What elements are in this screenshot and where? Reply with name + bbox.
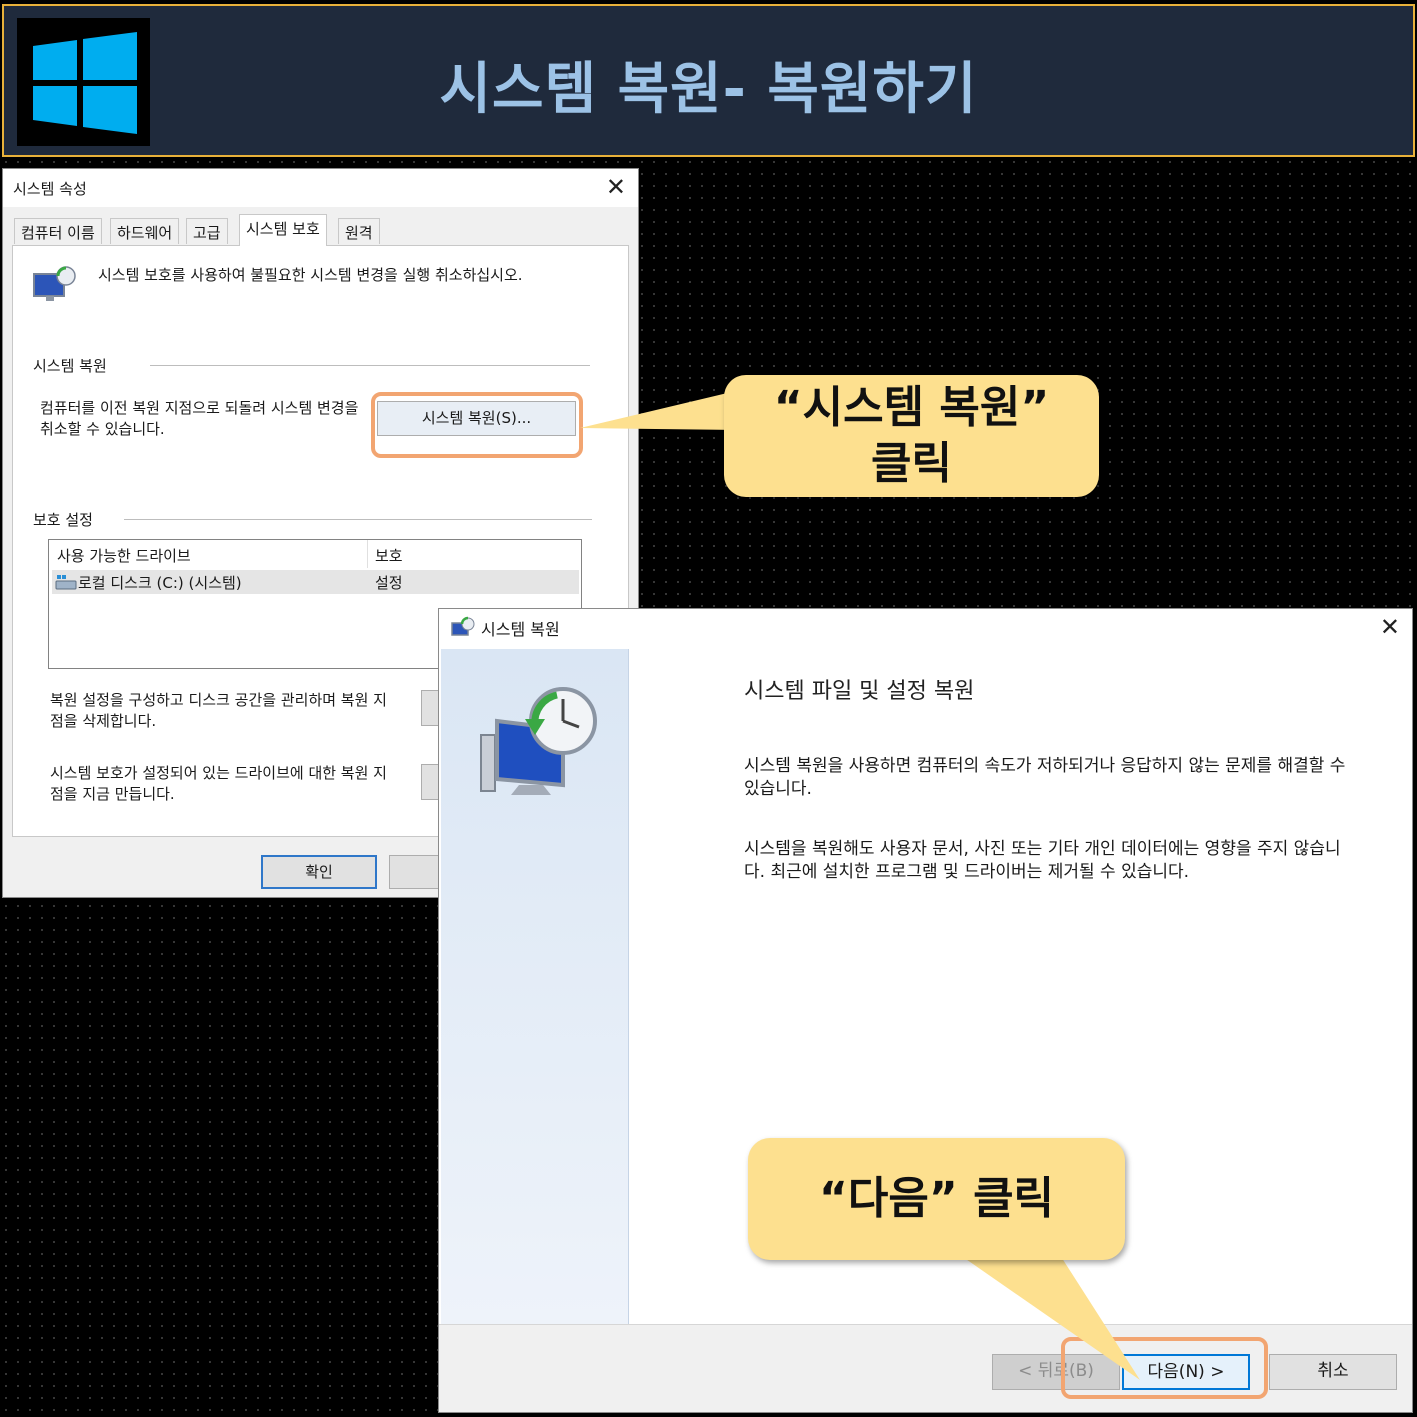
restore-group-divider	[150, 365, 590, 366]
tab-computer-name[interactable]: 컴퓨터 이름	[14, 218, 102, 244]
system-protection-icon	[32, 264, 76, 308]
props-title: 시스템 속성	[13, 180, 87, 198]
wizard-heading: 시스템 파일 및 설정 복원	[744, 679, 975, 704]
protection-group-label: 보호 설정	[33, 511, 93, 529]
protection-group-divider	[124, 519, 592, 520]
wizard-titlebar: 시스템 복원 ✕	[439, 609, 1412, 647]
configure-description: 복원 설정을 구성하고 디스크 공간을 관리하며 복원 지점을 삭제합니다.	[50, 691, 387, 730]
props-close-button[interactable]: ✕	[606, 173, 626, 201]
callout-pointer-next	[960, 1255, 1140, 1380]
ok-button[interactable]: 확인	[261, 855, 377, 889]
restore-description: 컴퓨터를 이전 복원 지점으로 되돌려 시스템 변경을 취소할 수 있습니다.	[40, 399, 359, 438]
create-description: 시스템 보호가 설정되어 있는 드라이브에 대한 복원 지점을 지금 만듭니다.	[50, 764, 387, 803]
column-header-drive[interactable]: 사용 가능한 드라이브	[57, 545, 191, 566]
tab-remote[interactable]: 원격	[338, 218, 380, 244]
drive-name: 로컬 디스크 (C:) (시스템)	[78, 574, 242, 592]
tab-advanced[interactable]: 고급	[186, 218, 228, 244]
tab-hardware[interactable]: 하드웨어	[110, 218, 180, 244]
system-restore-large-icon	[480, 687, 597, 795]
cancel-button-partial[interactable]	[389, 855, 439, 889]
props-titlebar: 시스템 속성 ✕	[3, 169, 638, 207]
column-separator	[367, 540, 368, 568]
tab-system-protection[interactable]: 시스템 보호	[239, 214, 327, 246]
drive-icon	[55, 574, 77, 594]
cancel-button[interactable]: 취소	[1269, 1354, 1397, 1390]
wizard-side-pane	[441, 649, 629, 1324]
table-row[interactable]: 로컬 디스크 (C:) (시스템) 설정	[52, 570, 579, 594]
column-header-protection[interactable]: 보호	[375, 545, 403, 566]
system-restore-wizard: 시스템 복원 ✕ 시스템 파일 및 설정 복원 시스템 복원을 사용하면 컴퓨터…	[438, 608, 1413, 1413]
wizard-paragraph-1: 시스템 복원을 사용하면 컴퓨터의 속도가 저하되거나 응답하지 않는 문제를 …	[744, 756, 1346, 799]
intro-text: 시스템 보호를 사용하여 불필요한 시스템 변경을 실행 취소하십시오.	[98, 266, 523, 284]
callout-pointer-restore	[580, 390, 740, 430]
callout-next-click: “다음” 클릭	[748, 1138, 1125, 1260]
wizard-close-button[interactable]: ✕	[1380, 613, 1400, 641]
page-title: 시스템 복원- 복원하기	[439, 57, 978, 122]
system-restore-small-icon	[451, 616, 475, 644]
restore-group-label: 시스템 복원	[33, 357, 107, 375]
wizard-paragraph-2: 시스템을 복원해도 사용자 문서, 사진 또는 기타 개인 데이터에는 영향을 …	[744, 839, 1341, 882]
header-banner: 시스템 복원- 복원하기	[2, 4, 1415, 157]
wizard-title: 시스템 복원	[481, 620, 560, 639]
drive-protection-status: 설정	[375, 574, 403, 592]
callout-restore-click: “시스템 복원” 클릭	[724, 375, 1099, 497]
